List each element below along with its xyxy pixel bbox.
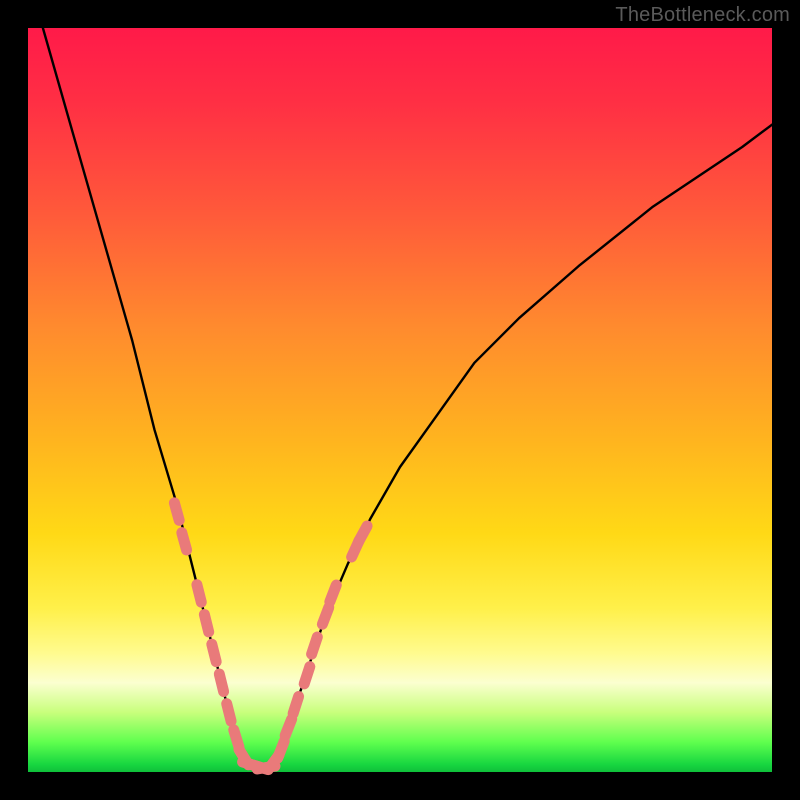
marker-dot [312, 637, 318, 654]
chart-frame: TheBottleneck.com [0, 0, 800, 800]
markers-layer [174, 503, 367, 770]
marker-dot [304, 667, 310, 684]
marker-dot [212, 644, 216, 662]
chart-svg [28, 28, 772, 772]
marker-dot [227, 704, 231, 722]
bottleneck-curve [43, 28, 772, 768]
marker-dot [293, 697, 299, 714]
marker-dot [359, 526, 368, 542]
marker-dot [182, 533, 187, 550]
marker-dot [322, 607, 328, 624]
marker-dot [204, 615, 208, 632]
marker-dot [278, 741, 285, 758]
marker-dot [285, 719, 292, 736]
marker-dot [330, 585, 337, 602]
watermark-text: TheBottleneck.com [615, 4, 790, 27]
curve-layer [43, 28, 772, 768]
marker-dot [174, 503, 179, 520]
marker-dot [197, 585, 201, 603]
marker-dot [219, 674, 223, 692]
plot-area [28, 28, 772, 772]
